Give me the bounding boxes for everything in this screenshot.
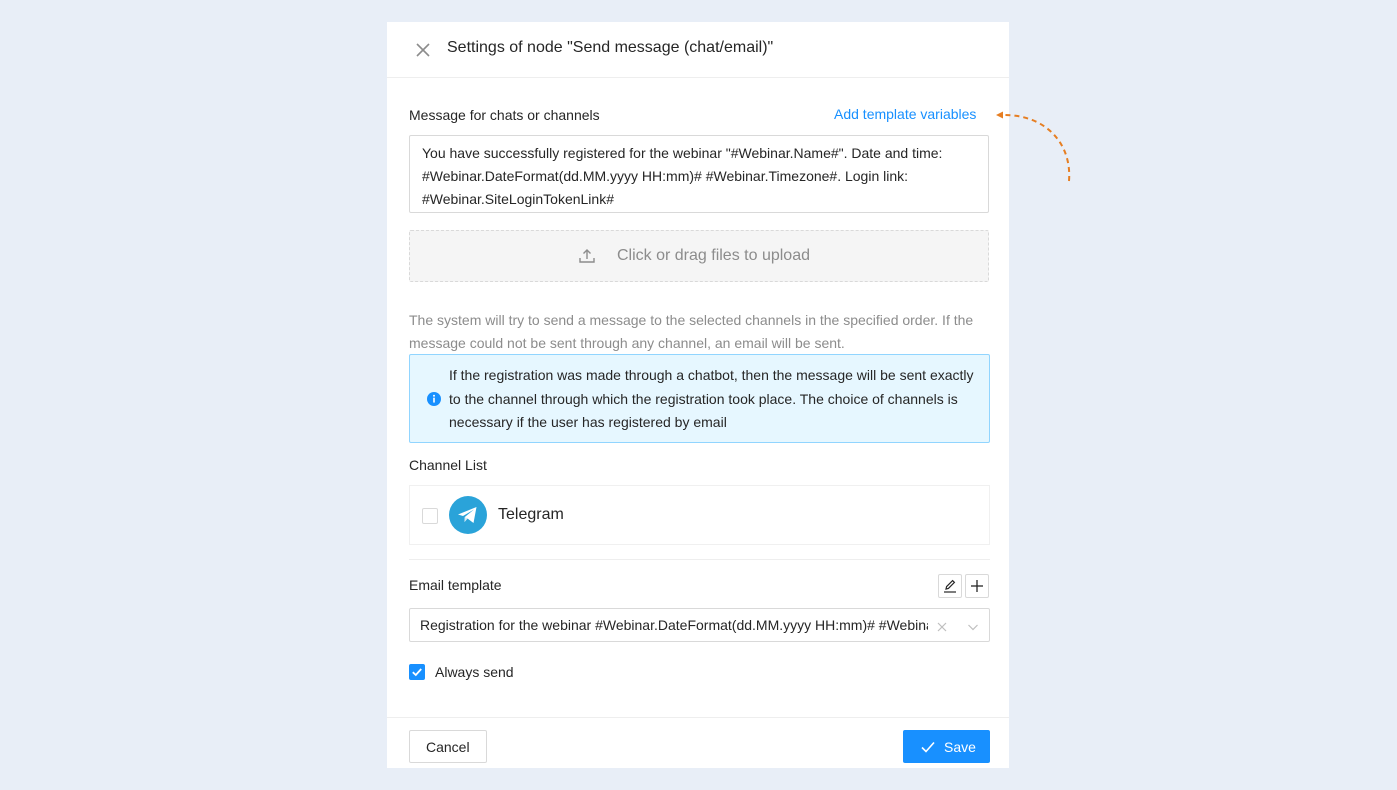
channel-list-label: Channel List [409,457,487,473]
add-template-variables-link[interactable]: Add template variables [834,106,976,122]
checkmark-icon [412,668,422,677]
info-alert: If the registration was made through a c… [409,354,990,443]
message-textarea[interactable]: You have successfully registered for the… [409,135,989,213]
channel-name: Telegram [498,506,564,523]
panel-footer: Cancel Save [387,717,1009,769]
upload-icon [578,247,596,265]
telegram-checkbox[interactable] [422,508,438,524]
upload-text: Click or drag files to upload [617,247,810,264]
email-template-select[interactable]: Registration for the webinar #Webinar.Da… [409,608,990,642]
chevron-down-icon[interactable] [967,620,979,632]
cancel-button[interactable]: Cancel [409,730,487,763]
channel-item-telegram[interactable]: Telegram [409,485,990,545]
page-title: Settings of node "Send message (chat/ema… [447,39,774,56]
divider [409,559,990,560]
close-icon[interactable] [413,40,433,60]
node-settings-panel: Settings of node "Send message (chat/ema… [387,22,1009,768]
upload-dropzone[interactable]: Click or drag files to upload [409,230,989,282]
annotation-arrow-icon [996,111,1071,182]
add-template-button[interactable] [965,574,989,598]
cancel-label: Cancel [426,739,470,755]
channel-order-hint: The system will try to send a message to… [409,312,974,351]
edit-template-button[interactable] [938,574,962,598]
plus-icon [971,580,983,592]
always-send-checkbox[interactable] [409,664,425,680]
alert-text: If the registration was made through a c… [449,367,974,430]
message-label: Message for chats or channels [409,107,600,123]
panel-header: Settings of node "Send message (chat/ema… [387,22,1009,78]
edit-icon [944,579,956,593]
check-icon [921,741,935,753]
telegram-icon [449,496,487,534]
always-send-label: Always send [435,664,514,680]
clear-icon[interactable] [936,620,948,632]
email-template-label: Email template [409,577,502,593]
info-icon [426,391,442,407]
save-label: Save [944,739,976,755]
save-button[interactable]: Save [903,730,990,763]
email-template-value: Registration for the webinar #Webinar.Da… [420,617,928,633]
